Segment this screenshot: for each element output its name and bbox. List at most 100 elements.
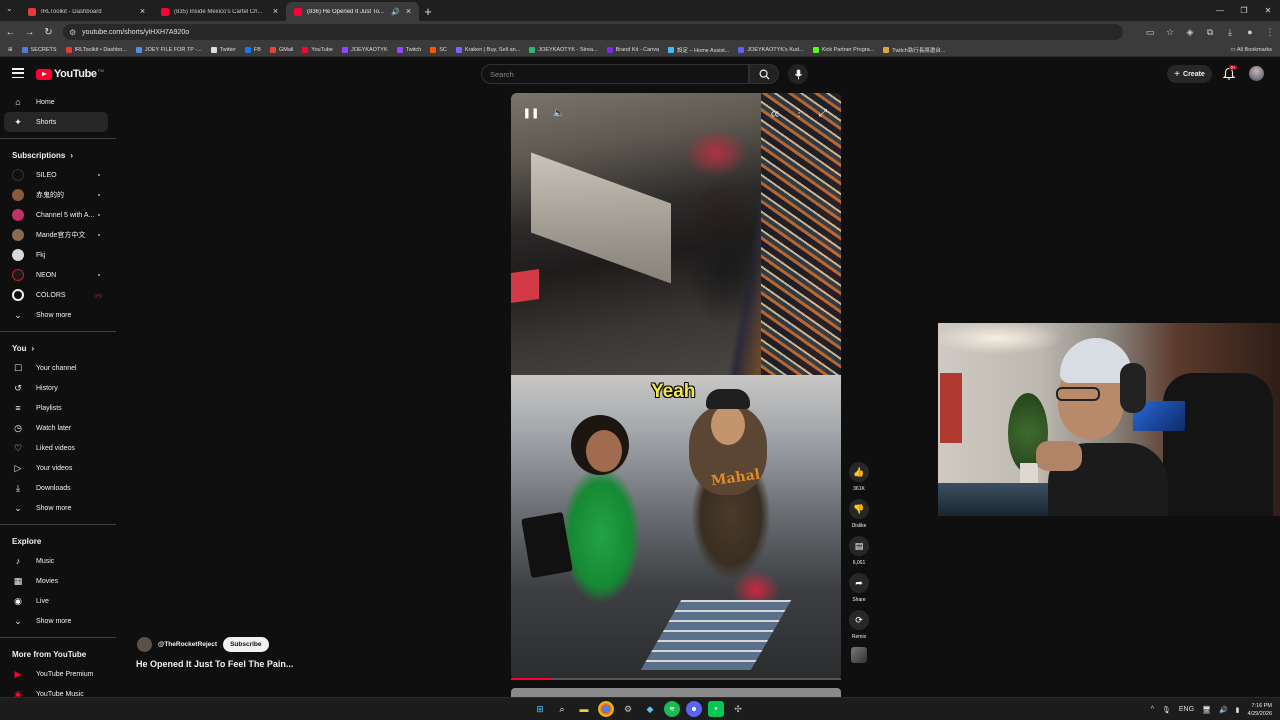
subscriptions-header[interactable]: Subscriptions › xyxy=(0,145,116,165)
spotify-icon[interactable]: ≋ xyxy=(664,701,680,717)
subscription-item[interactable]: Channel 5 with A... xyxy=(0,205,116,225)
subscription-item[interactable]: SILEO xyxy=(0,165,116,185)
show-more-explore[interactable]: ⌄ Show more xyxy=(0,611,116,631)
extension-icon[interactable]: ◈ xyxy=(1180,27,1200,38)
share-action[interactable]: ➦ Share xyxy=(846,573,872,603)
chevron-up-icon[interactable]: ^ xyxy=(1151,706,1154,713)
settings-gear-icon[interactable]: ⚙ xyxy=(620,701,636,717)
apps-icon[interactable]: ⊞ xyxy=(8,47,13,53)
sidebar-item-your-channel[interactable]: ☐ Your channel xyxy=(0,358,116,378)
sidebar-item-movies[interactable]: ▦ Movies xyxy=(0,571,116,591)
bookmark-star-icon[interactable]: ☆ xyxy=(1160,27,1180,38)
subscription-item[interactable]: COLORS ((•)) xyxy=(0,285,116,305)
subscription-item[interactable]: NEON xyxy=(0,265,116,285)
url-input[interactable]: ⚙ youtube.com/shorts/yiHXH7A920o xyxy=(63,24,1123,40)
dislike-action[interactable]: 👎 Dislike xyxy=(846,499,872,529)
fullscreen-icon[interactable]: ⤢ xyxy=(815,105,831,121)
bookmark-11[interactable]: JOEYKAOTYK - Strea... xyxy=(529,46,598,53)
bookmark-10[interactable]: Kraken | Buy, Sell an... xyxy=(455,46,520,53)
subscription-item[interactable]: Mande官方中文 xyxy=(0,225,116,245)
bookmark-3[interactable]: Twitter xyxy=(210,46,236,53)
back-icon[interactable]: ← xyxy=(2,23,19,41)
tab-search-icon[interactable]: ⌄ xyxy=(6,4,16,14)
sidebar-item-music[interactable]: ♪ Music xyxy=(0,551,116,571)
close-tab-icon[interactable]: × xyxy=(138,7,147,16)
bookmark-8[interactable]: Twitch xyxy=(396,46,421,53)
video-progress-bar[interactable] xyxy=(511,678,841,680)
bookmark-15[interactable]: Kick Partner Progra... xyxy=(812,46,874,53)
browser-tab-0[interactable]: IRLToolkit - Dashboard × xyxy=(20,2,153,21)
bookmark-6[interactable]: YouTube xyxy=(302,46,333,53)
create-button[interactable]: + Create xyxy=(1167,65,1212,83)
downloads-icon[interactable]: ⤓ xyxy=(1220,27,1240,38)
cast-icon[interactable]: ▭ xyxy=(1140,27,1160,38)
reload-icon[interactable]: ↻ xyxy=(40,23,57,41)
sidebar-item-live[interactable]: ◉ Live xyxy=(0,591,116,611)
maximize-icon[interactable]: ❐ xyxy=(1232,0,1256,21)
sidebar-item-liked-videos[interactable]: ♡ Liked videos xyxy=(0,438,116,458)
sidebar-item-downloads[interactable]: ⤓ Downloads xyxy=(0,478,116,498)
volume-icon[interactable]: 🔈 xyxy=(551,105,567,121)
bookmark-9[interactable]: SC xyxy=(430,46,447,53)
channel-avatar[interactable] xyxy=(137,637,152,652)
windows-start-icon[interactable]: ⊞ xyxy=(532,701,548,717)
bookmark-7[interactable]: JOEYKAOTYK xyxy=(341,46,388,53)
bookmark-5[interactable]: GMail xyxy=(269,46,293,53)
site-info-icon[interactable]: ⚙ xyxy=(69,28,76,37)
sidebar-item-playlists[interactable]: ≡ Playlists xyxy=(0,398,116,418)
close-tab-icon[interactable]: × xyxy=(404,7,413,16)
subscription-item[interactable]: Fkj xyxy=(0,245,116,265)
more-options-icon[interactable]: ⋮ xyxy=(791,105,807,121)
thumbs-up-icon[interactable]: 👍 xyxy=(849,462,869,482)
channel-handle[interactable]: @TheRocketReject xyxy=(158,641,217,648)
speaker-icon[interactable]: 🔊 xyxy=(1219,706,1228,714)
bookmark-14[interactable]: JOEYKAOTYK's Kud... xyxy=(738,46,804,53)
line-icon[interactable]: ● xyxy=(708,701,724,717)
search-input[interactable]: Search xyxy=(481,64,749,84)
file-explorer-icon[interactable]: ▬ xyxy=(576,701,592,717)
captions-icon[interactable]: ㏄ xyxy=(767,105,783,121)
bookmark-12[interactable]: Brand Kit - Canva xyxy=(606,46,659,53)
subscription-item[interactable]: 赤鬼的的 xyxy=(0,185,116,205)
short-title[interactable]: He Opened It Just To Feel The Pain... xyxy=(136,659,293,669)
show-more-you[interactable]: ⌄ Show more xyxy=(0,498,116,518)
obs-icon[interactable]: ✣ xyxy=(730,701,746,717)
battery-icon[interactable]: ▮ xyxy=(1236,706,1240,714)
thumbs-down-icon[interactable]: 👎 xyxy=(849,499,869,519)
bookmark-0[interactable]: SECRETS xyxy=(21,46,57,53)
account-avatar[interactable] xyxy=(1249,66,1264,81)
bookmark-2[interactable]: JOEY FILE FOR TP -... xyxy=(135,46,202,53)
search-icon[interactable]: ⌕ xyxy=(554,701,570,717)
sidebar-item-shorts[interactable]: ✦ Shorts xyxy=(4,112,108,132)
pause-icon[interactable]: ❚❚ xyxy=(523,105,540,121)
new-tab-button[interactable]: + xyxy=(419,2,437,21)
browser-tab-2[interactable]: (836) He Opened It Just To... 🔊 × xyxy=(286,2,419,21)
you-header[interactable]: You › xyxy=(0,338,116,358)
bookmark-4[interactable]: FB xyxy=(244,46,261,53)
microphone-icon[interactable]: 🎙 xyxy=(1162,706,1171,714)
extensions-puzzle-icon[interactable]: ⧉ xyxy=(1200,27,1220,38)
chrome-icon[interactable] xyxy=(598,701,614,717)
close-tab-icon[interactable]: × xyxy=(271,7,280,16)
bookmark-16[interactable]: Twitch執行長將邀台... xyxy=(883,46,945,54)
bookmark-13[interactable]: 設定 – Home Assist... xyxy=(668,46,729,54)
discord-icon[interactable]: ☻ xyxy=(686,701,702,717)
forward-icon[interactable]: → xyxy=(21,23,38,41)
all-bookmarks-button[interactable]: ▭ All Bookmarks xyxy=(1230,47,1272,53)
sidebar-item-history[interactable]: ↺ History xyxy=(0,378,116,398)
comment-action[interactable]: ▤ 6,061 xyxy=(846,536,872,566)
tab-audio-icon[interactable]: 🔊 xyxy=(391,8,400,16)
remix-icon[interactable]: ⟳ xyxy=(849,610,869,630)
bookmark-1[interactable]: IRLToolkit • Dashbo... xyxy=(65,46,127,53)
sidebar-item-your-videos[interactable]: ▷ Your videos xyxy=(0,458,116,478)
voice-search-button[interactable] xyxy=(788,64,808,84)
sidebar-item-home[interactable]: ⌂ Home xyxy=(0,92,116,112)
like-action[interactable]: 👍 361K xyxy=(846,462,872,492)
show-more-subscriptions[interactable]: ⌄ Show more xyxy=(0,305,116,325)
share-icon[interactable]: ➦ xyxy=(849,573,869,593)
sidebar-item-watch-later[interactable]: ◷ Watch later xyxy=(0,418,116,438)
search-button[interactable] xyxy=(749,64,779,84)
system-clock[interactable]: 7:16 PM 4/29/2026 xyxy=(1248,702,1272,718)
remix-action[interactable]: ⟳ Remix xyxy=(846,610,872,640)
minimize-icon[interactable]: — xyxy=(1208,0,1232,21)
